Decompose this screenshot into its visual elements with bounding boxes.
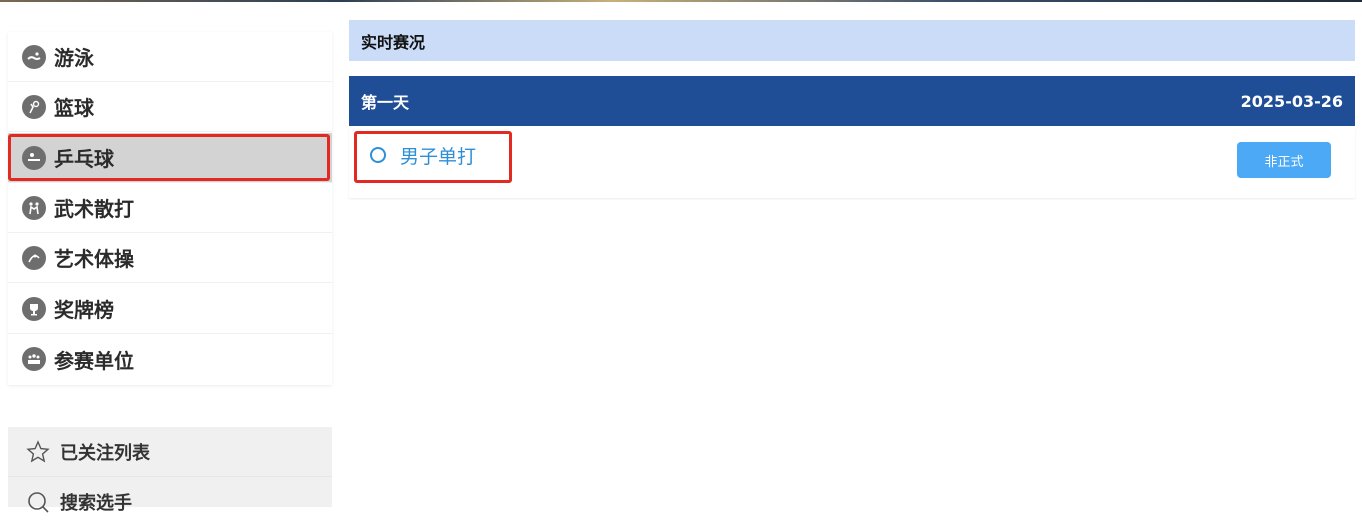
trophy-icon [22, 296, 46, 321]
basketball-icon [22, 94, 46, 119]
live-section-header: 实时赛况 [349, 20, 1355, 61]
sidebar-item-table-tennis[interactable]: 乒乓球 [8, 133, 332, 183]
search-icon [26, 490, 50, 514]
sidebar-item-label: 乒乓球 [54, 147, 114, 171]
martial-arts-icon [22, 195, 46, 220]
sidebar-item-martial-arts[interactable]: 武术散打 [8, 183, 332, 233]
section-title: 实时赛况 [361, 32, 426, 52]
star-icon [26, 439, 50, 464]
event-name: 男子单打 [400, 145, 477, 168]
sidebar-item-label: 武术散打 [54, 197, 134, 221]
sidebar-item-label: 参赛单位 [54, 348, 134, 373]
gymnastics-icon [22, 245, 46, 270]
sidebar-item-gymnastics[interactable]: 艺术体操 [8, 233, 332, 283]
sidebar-item-label: 艺术体操 [54, 247, 134, 271]
status-circle-icon [370, 147, 386, 163]
day-label: 第一天 [361, 93, 410, 112]
sport-nav: 游泳 篮球 乒乓球 武术散打 艺术体操 奖牌榜 参赛单位 [8, 32, 332, 385]
status-badge[interactable]: 非正式 [1237, 142, 1331, 178]
sidebar-item-basketball[interactable]: 篮球 [8, 82, 332, 132]
search-player-link[interactable]: 搜索选手 [8, 477, 332, 527]
swimming-icon [22, 44, 46, 69]
sidebar-item-label: 奖牌榜 [54, 298, 114, 322]
event-row [349, 126, 1355, 198]
sidebar-item-label: 篮球 [54, 96, 94, 120]
team-icon [22, 347, 46, 371]
event-link-mens-singles[interactable]: 男子单打 [370, 140, 476, 170]
day-header: 第一天 2025-03-26 [349, 76, 1355, 126]
sidebar-item-teams[interactable]: 参赛单位 [8, 334, 332, 384]
followed-list-link[interactable]: 已关注列表 [8, 427, 332, 477]
sidebar-item-swimming[interactable]: 游泳 [8, 32, 332, 82]
top-decor-strip [0, 0, 1362, 2]
table-tennis-icon [22, 145, 46, 170]
followed-list-label: 已关注列表 [60, 442, 150, 464]
sidebar-item-medals[interactable]: 奖牌榜 [8, 284, 332, 334]
search-player-label: 搜索选手 [60, 493, 132, 514]
sidebar-item-label: 游泳 [54, 46, 94, 70]
day-date: 2025-03-26 [1240, 91, 1343, 111]
secondary-nav: 已关注列表 搜索选手 [8, 427, 332, 514]
